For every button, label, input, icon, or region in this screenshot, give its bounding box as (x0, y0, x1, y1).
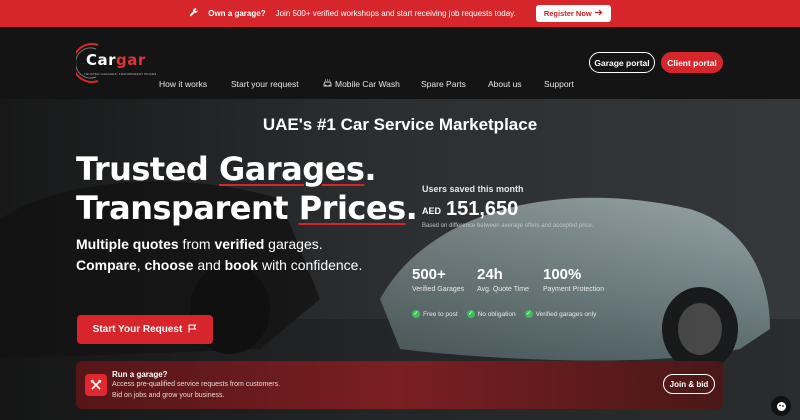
sub-confidence: with confidence. (258, 257, 363, 273)
flag-icon (188, 324, 197, 336)
check-no-obligation: ✓ No obligation (466, 310, 516, 318)
headline-1c: . (364, 150, 377, 188)
check-icon: ✓ (412, 310, 420, 318)
sub-and: and (193, 257, 225, 273)
check-verified-only: ✓ Verified garages only (524, 310, 597, 318)
sub-book: book (224, 257, 259, 273)
stat-value: 100% (543, 266, 582, 283)
sub-from: from (178, 236, 215, 252)
register-now-label: Register Now (543, 9, 592, 18)
stat-label: Verified Garages (412, 286, 465, 293)
register-now-button[interactable]: Register Now (535, 5, 611, 22)
headline-1a: Trusted (76, 150, 219, 188)
headline-2a: Transparent (76, 189, 299, 227)
stat-label: Payment Protection (543, 286, 605, 293)
sub-compare: Compare (76, 257, 137, 273)
stat-label: Avg. Quote Time (477, 286, 530, 293)
start-your-request-button[interactable]: Start Your Request (77, 315, 213, 344)
nav-mobile-car-wash-label: Mobile Car Wash (335, 79, 400, 89)
garage-portal-button[interactable]: Garage portal (589, 52, 655, 73)
nav-start-your-request[interactable]: Start your request (231, 79, 299, 89)
client-portal-button[interactable]: Client portal (661, 52, 723, 73)
headline-1b: Garages (218, 150, 365, 188)
marketplace-title: UAE's #1 Car Service Marketplace (262, 115, 538, 134)
logo-wordmark: Cargar (86, 51, 146, 69)
chat-icon[interactable] (771, 396, 791, 416)
savings-currency: AED (422, 206, 442, 216)
check-label: Free to post (423, 310, 458, 318)
savings-note: Based on difference between average offe… (422, 223, 594, 229)
arrow-right-icon (594, 9, 603, 18)
nav-how-it-works[interactable]: How it works (159, 79, 207, 89)
check-label: Verified garages only (535, 310, 597, 318)
logo-text-car: Car (86, 51, 117, 69)
savings-amount: 151,650 (446, 198, 519, 220)
check-icon: ✓ (466, 310, 475, 318)
start-request-label: Start Your Request (92, 324, 183, 335)
tools-icon (85, 374, 107, 396)
garage-card-title: Run a garage? (112, 370, 168, 379)
check-label: No obligation (477, 310, 516, 318)
run-a-garage-card: Run a garage? Access pre-qualified servi… (76, 361, 723, 409)
headline-2c: . (405, 189, 418, 227)
sub-multiple-quotes: Multiple quotes (76, 236, 179, 252)
stat-verified-garages: 500+ Verified Garages (412, 266, 464, 293)
headline-2b: Prices (298, 189, 406, 227)
hero-subtitle: Multiple quotes from verified garages. Co… (76, 234, 366, 276)
sub-choose: choose (144, 257, 194, 273)
garage-card-line-1: Access pre-qualified service requests fr… (112, 381, 281, 388)
logo-text-gar: gar (116, 51, 146, 69)
announcement-bar: Own a garage? Join 500+ verified worksho… (0, 0, 800, 27)
nav-spare-parts[interactable]: Spare Parts (421, 79, 466, 89)
stat-quote-time: 24h Avg. Quote Time (477, 266, 529, 293)
join-and-bid-button[interactable]: Join & bid (663, 374, 715, 394)
headline-line-2: Transparent Prices. (76, 189, 418, 227)
nav-about-us[interactable]: About us (488, 79, 522, 89)
headline-line-1: Trusted Garages. (76, 150, 377, 188)
savings-title: Users saved this month (422, 184, 524, 194)
garage-card-line-2: Bid on jobs and grow your business. (112, 392, 225, 399)
stat-value: 500+ (412, 266, 446, 283)
nav-mobile-car-wash[interactable]: Mobile Car Wash (323, 79, 400, 89)
car-wash-icon (323, 79, 332, 89)
sub-verified: verified (214, 236, 265, 252)
nav-support[interactable]: Support (544, 79, 574, 89)
stat-payment-protection: 100% Payment Protection (543, 266, 604, 293)
wrench-icon (189, 8, 198, 19)
trust-checks: ✓ Free to post ✓ No obligation ✓ Verified g… (412, 310, 596, 318)
logo-tagline: TRUSTED GARAGES. TRANSPARENT PRICES (84, 72, 157, 76)
announcement-text: Join 500+ verified workshops and start r… (275, 9, 516, 18)
sub-garages: garages. (264, 236, 323, 252)
stat-value: 24h (477, 266, 503, 283)
announcement-strong: Own a garage? (208, 9, 266, 18)
check-icon: ✓ (524, 310, 533, 318)
check-free-to-post: ✓ Free to post (412, 310, 458, 318)
